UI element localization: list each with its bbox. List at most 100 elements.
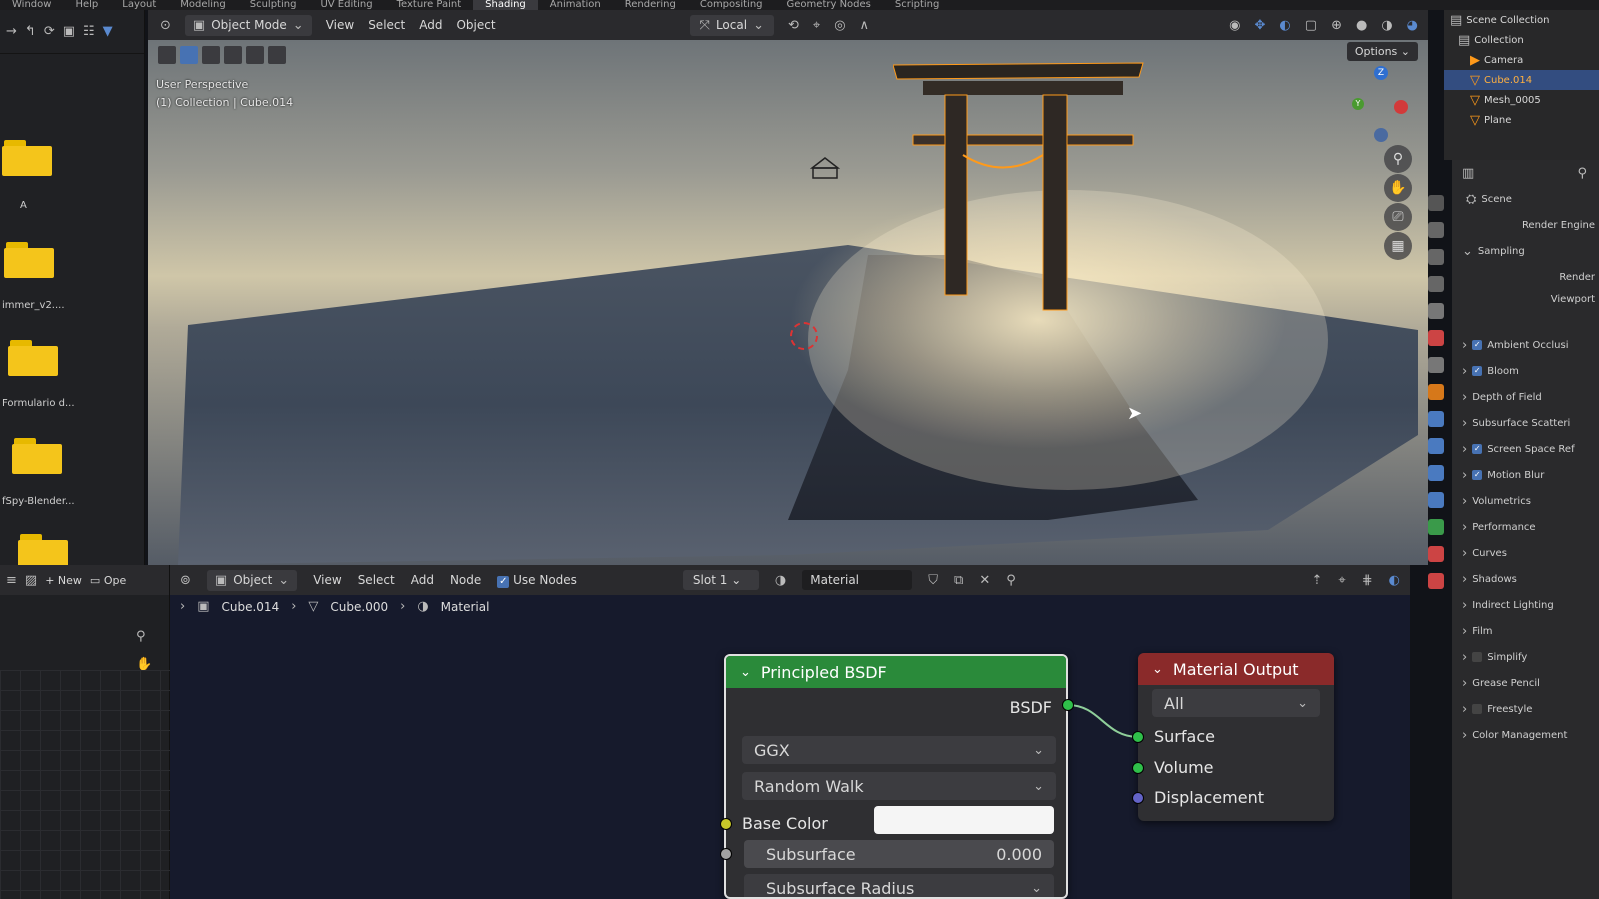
- checkbox-unchecked-icon[interactable]: [1472, 704, 1483, 714]
- modifier-wrench-icon[interactable]: [1428, 411, 1444, 427]
- render-panel-header[interactable]: › Freestyle: [1452, 696, 1599, 722]
- menu-help[interactable]: Help: [63, 0, 110, 10]
- select-intersect-icon[interactable]: [268, 46, 286, 64]
- render-panel-header[interactable]: › Indirect Lighting: [1452, 592, 1599, 618]
- render-target-dropdown[interactable]: All ⌄: [1152, 689, 1320, 717]
- render-engine-row[interactable]: Render Engine: [1452, 212, 1599, 238]
- subsurface-method-dropdown[interactable]: Random Walk ⌄: [742, 772, 1056, 800]
- breadcrumb-object[interactable]: Cube.014: [222, 600, 280, 614]
- breadcrumb-material[interactable]: Material: [441, 600, 490, 614]
- overlay-toggle-icon[interactable]: ◐: [1389, 573, 1400, 588]
- tab-texture-paint[interactable]: Texture Paint: [385, 0, 474, 10]
- shading-rendered-icon[interactable]: ◕: [1407, 18, 1418, 33]
- checkbox-checked-icon[interactable]: ✓: [1472, 444, 1483, 454]
- node-header[interactable]: ⌄ Material Output: [1138, 653, 1334, 685]
- subsurface-radius-field[interactable]: Subsurface Radius ⌄: [744, 874, 1054, 897]
- pan-hand-icon[interactable]: ✋: [1384, 174, 1412, 202]
- folder-icon[interactable]: [12, 438, 62, 474]
- tab-uv-editing[interactable]: UV Editing: [308, 0, 384, 10]
- snap-options-icon[interactable]: ⋕: [1362, 573, 1373, 588]
- node-editor-canvas[interactable]: › ▣ Cube.014 › ▽ Cube.000 › ◑ Material ⌄…: [170, 595, 1410, 899]
- chevron-down-icon[interactable]: ⌄: [1152, 662, 1163, 677]
- menu-select[interactable]: Select: [368, 18, 405, 32]
- chevron-down-icon[interactable]: ⌄: [740, 665, 751, 680]
- sampling-panel-header[interactable]: ⌄ Sampling: [1452, 238, 1599, 264]
- base-color-socket[interactable]: [720, 818, 732, 830]
- render-panel-header[interactable]: › Volumetrics: [1452, 488, 1599, 514]
- constraints-icon[interactable]: [1428, 492, 1444, 508]
- world-icon[interactable]: [1428, 330, 1444, 346]
- y-axis-icon[interactable]: Y: [1352, 98, 1364, 110]
- shading-solid-icon[interactable]: ●: [1356, 18, 1367, 33]
- render-panel-header[interactable]: › ✓ Bloom: [1452, 358, 1599, 384]
- perspective-toggle-icon[interactable]: ▦: [1384, 232, 1412, 260]
- filter-icon[interactable]: ▼: [103, 24, 113, 39]
- use-nodes-toggle[interactable]: ✓ Use Nodes: [497, 573, 577, 588]
- render-panel-header[interactable]: › Shadows: [1452, 566, 1599, 592]
- render-panel-header[interactable]: › Simplify: [1452, 644, 1599, 670]
- texture-icon[interactable]: [1428, 573, 1444, 589]
- folder-icon[interactable]: [2, 140, 52, 176]
- proportional-edit-icon[interactable]: ◎: [834, 18, 845, 33]
- displacement-input-socket[interactable]: [1132, 792, 1144, 804]
- parent-node-tree-icon[interactable]: ⇡: [1312, 573, 1323, 588]
- gizmo-toggle-icon[interactable]: ✥: [1255, 18, 1266, 33]
- folder-icon[interactable]: [8, 340, 58, 376]
- navigation-gizmo[interactable]: Z Y: [1348, 66, 1408, 146]
- z-axis-icon[interactable]: Z: [1374, 66, 1388, 80]
- mode-selector[interactable]: ▣ Object Mode ⌄: [184, 14, 312, 36]
- render-panel-header[interactable]: › Performance: [1452, 514, 1599, 540]
- menu-object[interactable]: Object: [456, 18, 495, 32]
- volume-input-socket[interactable]: [1132, 762, 1144, 774]
- camera-view-icon[interactable]: ⎚: [1384, 203, 1412, 231]
- render-panel-header[interactable]: › ✓ Screen Space Ref: [1452, 436, 1599, 462]
- close-icon[interactable]: ✕: [979, 573, 990, 588]
- tab-layout[interactable]: Layout: [110, 0, 168, 10]
- render-panel-header[interactable]: › Curves: [1452, 540, 1599, 566]
- xray-icon[interactable]: ▢: [1305, 18, 1317, 33]
- menu-view[interactable]: View: [313, 573, 341, 587]
- neg-z-axis-icon[interactable]: [1374, 128, 1388, 142]
- checkbox-checked-icon[interactable]: ✓: [1472, 470, 1483, 480]
- menu-add[interactable]: Add: [411, 573, 434, 587]
- breadcrumb-mesh[interactable]: Cube.000: [330, 600, 388, 614]
- folder-icon[interactable]: [4, 242, 54, 278]
- tab-scripting[interactable]: Scripting: [883, 0, 951, 10]
- torii-gate[interactable]: [893, 45, 1153, 325]
- image-canvas[interactable]: [0, 670, 170, 899]
- x-axis-icon[interactable]: [1394, 100, 1408, 114]
- collection-icon[interactable]: [1428, 357, 1444, 373]
- editor-type-icon[interactable]: ▥: [1462, 166, 1474, 181]
- folder-icon[interactable]: [18, 534, 68, 570]
- snap-icon[interactable]: ⌖: [813, 18, 820, 33]
- bsdf-output-socket[interactable]: [1062, 699, 1074, 711]
- shading-wireframe-icon[interactable]: ⊕: [1331, 18, 1342, 33]
- 3d-viewport[interactable]: ➤ User Perspective (1) Collection | Cube…: [148, 40, 1428, 565]
- arrow-right-icon[interactable]: →: [6, 24, 17, 39]
- render-panel-header[interactable]: › ✓ Motion Blur: [1452, 462, 1599, 488]
- outliner-plane[interactable]: ▽ Plane: [1444, 110, 1599, 130]
- select-box-icon[interactable]: [180, 46, 198, 64]
- menu-select[interactable]: Select: [358, 573, 395, 587]
- new-folder-icon[interactable]: ▣: [63, 24, 75, 39]
- physics-icon[interactable]: [1428, 465, 1444, 481]
- render-panel-header[interactable]: › Color Management: [1452, 722, 1599, 748]
- material-name-field[interactable]: Material: [802, 570, 913, 590]
- editor-type-icon[interactable]: ⊙: [160, 18, 171, 33]
- checkbox-checked-icon[interactable]: ✓: [1472, 366, 1483, 376]
- tab-geometry-nodes[interactable]: Geometry Nodes: [775, 0, 883, 10]
- image-editor-icon[interactable]: ▨: [25, 573, 37, 588]
- render-panel-header[interactable]: › Film: [1452, 618, 1599, 644]
- material-icon[interactable]: [1428, 546, 1444, 562]
- menu-add[interactable]: Add: [419, 18, 442, 32]
- render-panel-header[interactable]: › Subsurface Scatteri: [1452, 410, 1599, 436]
- subsurface-slider[interactable]: Subsurface 0.000: [744, 840, 1054, 868]
- options-dropdown[interactable]: Options ⌄: [1346, 42, 1418, 61]
- zoom-icon[interactable]: ⚲: [136, 629, 146, 644]
- open-image-button[interactable]: ▭ Ope: [90, 574, 126, 587]
- outliner-collection[interactable]: ▤ Collection: [1444, 30, 1599, 50]
- render-samples-row[interactable]: Render: [1452, 264, 1599, 290]
- checkbox-unchecked-icon[interactable]: [1472, 652, 1483, 662]
- checkbox-checked-icon[interactable]: ✓: [497, 575, 510, 588]
- viewport-samples-row[interactable]: Viewport: [1452, 290, 1599, 332]
